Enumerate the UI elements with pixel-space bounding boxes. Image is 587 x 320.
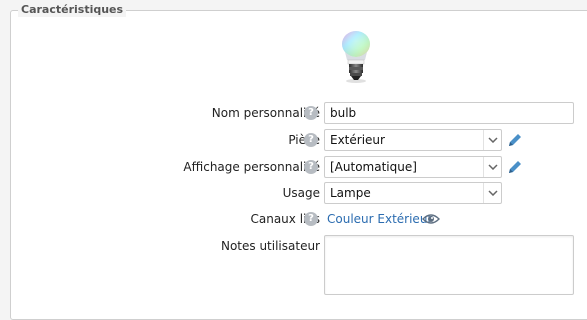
linked-channel-link[interactable]: Couleur Extérieur <box>327 208 432 230</box>
notes-textarea[interactable] <box>324 235 574 295</box>
usage-select-value: Lampe <box>330 186 371 200</box>
usage-label: Usage <box>282 186 320 200</box>
notes-label: Notes utilisateur <box>220 239 320 253</box>
name-row: Nom personnalisé ? <box>0 102 587 126</box>
notes-row: Notes utilisateur <box>0 235 587 295</box>
room-row: Pièce ? Extérieur <box>0 129 587 153</box>
display-row: Affichage personnalisé ? [Automatique] <box>0 156 587 180</box>
chevron-down-icon <box>483 130 501 150</box>
edit-room-pencil-icon[interactable] <box>507 132 523 148</box>
channels-row: Canaux liés ? Couleur Extérieur <box>0 208 587 232</box>
section-title: Caractéristiques <box>18 3 127 17</box>
chevron-down-icon <box>483 183 501 203</box>
display-select[interactable]: [Automatique] <box>324 156 502 178</box>
help-icon[interactable]: ? <box>304 106 318 120</box>
eye-icon[interactable] <box>422 213 440 225</box>
chevron-down-icon <box>483 157 501 177</box>
display-label: Affichage personnalisé <box>183 160 320 174</box>
usage-select[interactable]: Lampe <box>324 182 502 204</box>
room-select[interactable]: Extérieur <box>324 129 502 151</box>
name-input[interactable] <box>324 102 574 124</box>
help-icon[interactable]: ? <box>304 160 318 174</box>
usage-row: Usage Lampe <box>0 182 587 206</box>
help-icon[interactable]: ? <box>304 212 318 226</box>
help-icon[interactable]: ? <box>304 133 318 147</box>
rgb-bulb-icon <box>339 30 373 86</box>
edit-display-pencil-icon[interactable] <box>507 159 523 175</box>
room-select-value: Extérieur <box>330 133 385 147</box>
display-select-value: [Automatique] <box>330 160 417 174</box>
